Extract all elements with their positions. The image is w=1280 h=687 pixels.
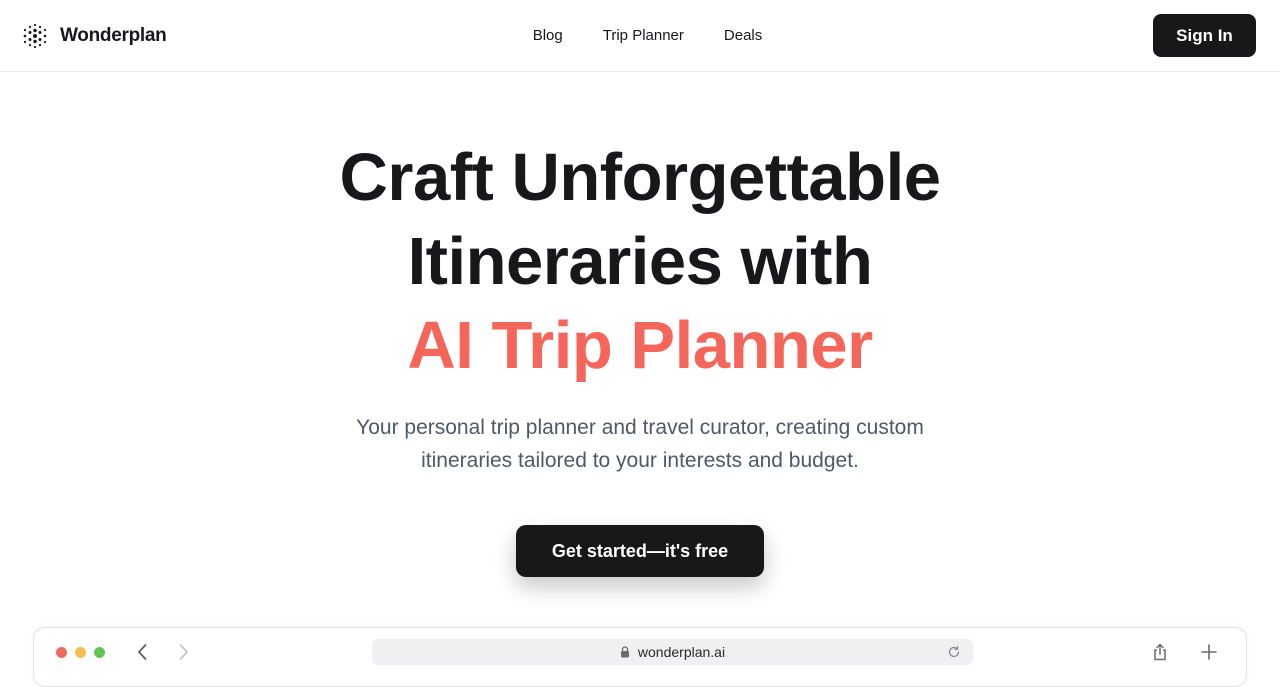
nav-link-deals[interactable]: Deals: [724, 24, 762, 48]
share-icon[interactable]: [1151, 643, 1169, 661]
hero-title: Craft Unforgettable Itineraries with AI …: [0, 136, 1280, 388]
hero-subtitle: Your personal trip planner and travel cu…: [0, 411, 1280, 477]
minimize-dot-icon: [75, 647, 86, 658]
nav-link-blog[interactable]: Blog: [533, 24, 563, 48]
address-bar[interactable]: wonderplan.ai: [372, 639, 973, 665]
maximize-dot-icon: [94, 647, 105, 658]
reload-icon[interactable]: [947, 645, 961, 659]
hero-subtitle-line-2: itineraries tailored to your interests a…: [421, 449, 859, 472]
sign-in-button[interactable]: Sign In: [1153, 14, 1256, 57]
plus-icon[interactable]: [1200, 643, 1218, 661]
browser-mockup: wonderplan.ai: [33, 627, 1247, 687]
hero-subtitle-line-1: Your personal trip planner and travel cu…: [356, 416, 924, 439]
nav-link-trip-planner[interactable]: Trip Planner: [603, 24, 684, 48]
main-nav: Blog Trip Planner Deals: [0, 24, 1280, 48]
url-text: wonderplan.ai: [637, 644, 726, 660]
get-started-button[interactable]: Get started—it's free: [516, 525, 764, 577]
hero-title-line-1: Craft Unforgettable: [339, 140, 941, 215]
hero-title-line-2: Itineraries with: [407, 224, 873, 299]
lock-icon: [620, 646, 629, 658]
hero-title-accent: AI Trip Planner: [407, 308, 873, 383]
back-chevron-icon[interactable]: [134, 643, 152, 661]
close-dot-icon: [56, 647, 67, 658]
forward-chevron-icon[interactable]: [174, 643, 192, 661]
top-navigation-bar: Wonderplan Blog Trip Planner Deals Sign …: [0, 0, 1280, 72]
